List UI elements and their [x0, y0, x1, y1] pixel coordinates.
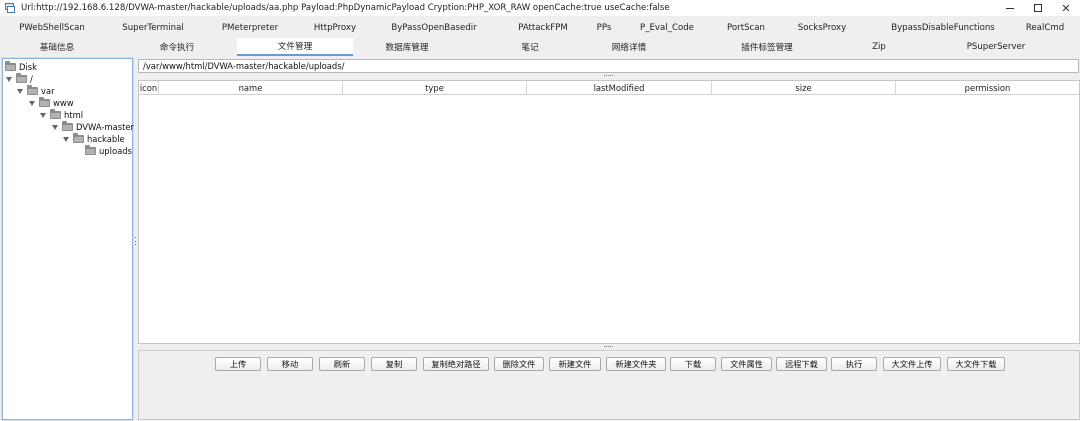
tab-pattackfpm[interactable]: PAttackFPM: [496, 18, 590, 38]
horizontal-splitter-handle-top[interactable]: [604, 75, 613, 76]
new-file-button[interactable]: 新建文件: [549, 357, 601, 371]
tab-portscan[interactable]: PortScan: [716, 18, 776, 38]
tab-file-manager[interactable]: 文件管理: [237, 38, 353, 56]
folder-open-icon: [50, 109, 61, 119]
expand-toggle-icon[interactable]: [52, 124, 59, 131]
file-table-header: icon name type lastModified size permiss…: [139, 81, 1079, 95]
tree-node-root[interactable]: /: [6, 73, 33, 85]
tree-node-disk[interactable]: Disk: [5, 61, 37, 73]
tab-basic-info[interactable]: 基础信息: [6, 38, 108, 56]
folder-icon: [5, 61, 16, 71]
folder-icon: [85, 145, 96, 155]
close-button[interactable]: ✕: [1052, 0, 1080, 16]
folder-open-icon: [16, 73, 27, 83]
tree-node-label: /: [30, 74, 33, 84]
copy-button[interactable]: 复制: [371, 357, 417, 371]
tab-realcmd[interactable]: RealCmd: [1018, 18, 1072, 38]
tab-notes[interactable]: 笔记: [464, 38, 596, 56]
tab-socksproxy[interactable]: SocksProxy: [776, 18, 868, 38]
tab-pps[interactable]: PPs: [590, 18, 618, 38]
tab-zip[interactable]: Zip: [842, 38, 916, 56]
path-value: /var/www/html/DVWA-master/hackable/uploa…: [143, 61, 345, 71]
tree-node-hackable[interactable]: hackable: [63, 133, 125, 145]
tree-node-www[interactable]: www: [29, 97, 74, 109]
app-icon: [4, 2, 16, 14]
expand-toggle-icon[interactable]: [17, 88, 24, 95]
tab-superterminal[interactable]: SuperTerminal: [104, 18, 202, 38]
path-input[interactable]: /var/www/html/DVWA-master/hackable/uploa…: [138, 59, 1079, 73]
tab-bypassopenbasedir[interactable]: ByPassOpenBasedir: [372, 18, 496, 38]
tab-command-exec[interactable]: 命令执行: [120, 38, 234, 56]
column-header-permission[interactable]: permission: [896, 81, 1079, 95]
tree-node-label: uploads: [99, 146, 132, 156]
tab-p-eval-code[interactable]: P_Eval_Code: [618, 18, 716, 38]
directory-tree[interactable]: Disk / var www html DVWA-master hackable…: [1, 57, 134, 421]
tree-node-label: var: [41, 86, 55, 96]
expand-toggle-icon[interactable]: [6, 76, 13, 83]
refresh-button[interactable]: 刷新: [319, 357, 365, 371]
move-button[interactable]: 移动: [267, 357, 313, 371]
remote-download-button[interactable]: 远程下载: [776, 357, 827, 371]
tab-pwebshellscan[interactable]: PWebShellScan: [0, 18, 104, 38]
large-file-upload-button[interactable]: 大文件上传: [883, 357, 941, 371]
execute-button[interactable]: 执行: [831, 357, 877, 371]
tab-network-details[interactable]: 网络详情: [586, 38, 672, 56]
maximize-icon: [1034, 4, 1042, 12]
main-tab-row: 基础信息 命令执行 文件管理 数据库管理 笔记 网络详情 插件标签管理 Zip …: [0, 38, 1080, 56]
file-properties-button[interactable]: 文件属性: [721, 357, 772, 371]
folder-open-icon: [73, 133, 84, 143]
folder-open-icon: [27, 85, 38, 95]
folder-open-icon: [39, 97, 50, 107]
minimize-icon: [1006, 7, 1014, 9]
tree-node-uploads[interactable]: uploads: [85, 145, 132, 157]
tree-node-label: html: [64, 110, 84, 120]
maximize-button[interactable]: [1024, 0, 1052, 16]
new-folder-button[interactable]: 新建文件夹: [606, 357, 666, 371]
expand-toggle-icon[interactable]: [63, 136, 70, 143]
column-header-type[interactable]: type: [343, 81, 527, 95]
tab-database-manager[interactable]: 数据库管理: [356, 38, 458, 56]
minimize-button[interactable]: [996, 0, 1024, 16]
column-header-size[interactable]: size: [712, 81, 896, 95]
download-button[interactable]: 下载: [670, 357, 716, 371]
tab-pmeterpreter[interactable]: PMeterpreter: [202, 18, 298, 38]
tab-plugin-tab-manager[interactable]: 插件标签管理: [702, 38, 832, 56]
tree-node-label: hackable: [87, 134, 125, 144]
expand-toggle-icon[interactable]: [40, 112, 47, 119]
horizontal-splitter-handle-bottom[interactable]: [604, 346, 613, 347]
tree-node-label: DVWA-master: [76, 122, 134, 132]
file-action-panel: 上传 移动 刷新 复制 复制绝对路径 删除文件 新建文件 新建文件夹 下载 文件…: [138, 350, 1080, 420]
plugin-tab-row: PWebShellScan SuperTerminal PMeterpreter…: [0, 18, 1080, 38]
tab-bypassdisablefunctions[interactable]: BypassDisableFunctions: [868, 18, 1018, 38]
column-header-icon[interactable]: icon: [139, 81, 159, 95]
tree-node-html[interactable]: html: [40, 109, 83, 121]
expand-toggle-icon[interactable]: [29, 100, 36, 107]
title-bar: Url:http://192.168.6.128/DVWA-master/hac…: [0, 0, 1080, 16]
tab-httpproxy[interactable]: HttpProxy: [298, 18, 372, 38]
tree-node-label: www: [53, 98, 74, 108]
copy-absolute-path-button[interactable]: 复制绝对路径: [423, 357, 489, 371]
vertical-splitter-handle[interactable]: [133, 237, 137, 245]
file-table[interactable]: icon name type lastModified size permiss…: [138, 80, 1080, 344]
tree-node-dvwa-master[interactable]: DVWA-master: [52, 121, 134, 133]
tree-node-label: Disk: [19, 62, 37, 72]
column-header-last-modified[interactable]: lastModified: [527, 81, 712, 95]
upload-button[interactable]: 上传: [215, 357, 261, 371]
tab-psuperserver[interactable]: PSuperServer: [930, 38, 1062, 56]
large-file-download-button[interactable]: 大文件下载: [947, 357, 1005, 371]
delete-file-button[interactable]: 删除文件: [494, 357, 544, 371]
folder-open-icon: [62, 121, 73, 131]
close-icon: ✕: [1061, 1, 1071, 15]
tree-node-var[interactable]: var: [17, 85, 55, 97]
window-controls: ✕: [996, 0, 1080, 16]
window-title: Url:http://192.168.6.128/DVWA-master/hac…: [21, 3, 670, 13]
column-header-name[interactable]: name: [159, 81, 343, 95]
